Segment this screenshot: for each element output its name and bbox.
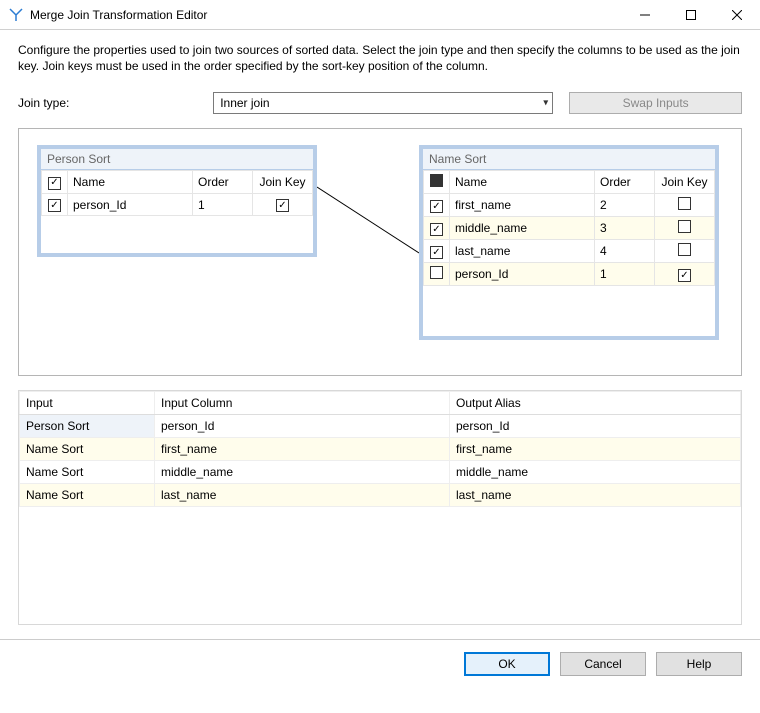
table-row[interactable]: ✓ first_name2	[424, 194, 715, 217]
row-joinkey-cell[interactable]: ✓	[655, 263, 715, 286]
mapping-input-column-cell[interactable]: middle_name	[155, 461, 450, 484]
chevron-down-icon: ▾	[543, 98, 548, 109]
row-joinkey-cell[interactable]: ✓	[253, 193, 313, 216]
close-icon	[732, 10, 742, 20]
mapping-input-column-cell[interactable]: last_name	[155, 484, 450, 507]
row-joinkey-cell[interactable]	[655, 194, 715, 217]
table-row[interactable]: ✓ last_name4	[424, 240, 715, 263]
mapping-header-input-column[interactable]: Input Column	[155, 392, 450, 415]
right-header-order[interactable]: Order	[595, 171, 655, 194]
description-text: Configure the properties used to join tw…	[18, 42, 742, 74]
checkbox-icon: ✓	[678, 269, 691, 282]
row-check-cell[interactable]	[424, 263, 450, 286]
checkbox-icon: ✓	[48, 177, 61, 190]
left-input-panel[interactable]: Person Sort ✓ Name Order Join Key ✓ perso…	[37, 145, 317, 257]
checkbox-icon	[678, 220, 691, 233]
close-button[interactable]	[714, 0, 760, 30]
row-order-cell[interactable]: 1	[595, 263, 655, 286]
dialog-footer: OK Cancel Help	[0, 640, 760, 688]
diagram-area: Person Sort ✓ Name Order Join Key ✓perso…	[18, 128, 742, 376]
minimize-button[interactable]	[622, 0, 668, 30]
checkbox-icon	[678, 243, 691, 256]
table-row[interactable]: Name Sortmiddle_namemiddle_name	[20, 461, 741, 484]
left-header-joinkey[interactable]: Join Key	[253, 171, 313, 194]
row-check-cell[interactable]: ✓	[424, 217, 450, 240]
right-panel-title: Name Sort	[423, 149, 715, 170]
left-header-order[interactable]: Order	[193, 171, 253, 194]
row-name-cell[interactable]: last_name	[450, 240, 595, 263]
row-name-cell[interactable]: person_Id	[68, 193, 193, 216]
table-row[interactable]: Name Sortfirst_namefirst_name	[20, 438, 741, 461]
right-panel-table: Name Order Join Key ✓ first_name2 ✓ middle_…	[423, 170, 715, 286]
mapping-grid[interactable]: Input Input Column Output Alias Person S…	[18, 390, 742, 625]
table-row[interactable]: ✓ person_Id1 ✓	[42, 193, 313, 216]
mapping-output-alias-cell[interactable]: last_name	[450, 484, 741, 507]
checkbox-icon	[430, 266, 443, 279]
checkbox-icon: ✓	[430, 223, 443, 236]
mapping-input-column-cell[interactable]: person_Id	[155, 415, 450, 438]
mapping-output-alias-cell[interactable]: middle_name	[450, 461, 741, 484]
maximize-button[interactable]	[668, 0, 714, 30]
mapping-table: Input Input Column Output Alias Person S…	[19, 391, 741, 507]
row-check-cell[interactable]: ✓	[42, 193, 68, 216]
right-header-name[interactable]: Name	[450, 171, 595, 194]
ok-button[interactable]: OK	[464, 652, 550, 676]
row-joinkey-cell[interactable]	[655, 217, 715, 240]
mapping-input-cell[interactable]: Name Sort	[20, 438, 155, 461]
table-row[interactable]: Name Sortlast_namelast_name	[20, 484, 741, 507]
left-panel-table: ✓ Name Order Join Key ✓ person_Id1 ✓	[41, 170, 313, 216]
app-icon	[8, 7, 24, 23]
row-name-cell[interactable]: middle_name	[450, 217, 595, 240]
table-row[interactable]: ✓ middle_name3	[424, 217, 715, 240]
row-order-cell[interactable]: 1	[193, 193, 253, 216]
mapping-input-column-cell[interactable]: first_name	[155, 438, 450, 461]
row-order-cell[interactable]: 4	[595, 240, 655, 263]
row-order-cell[interactable]: 2	[595, 194, 655, 217]
cancel-button[interactable]: Cancel	[560, 652, 646, 676]
left-header-check[interactable]: ✓	[42, 171, 68, 194]
row-joinkey-cell[interactable]	[655, 240, 715, 263]
right-input-panel[interactable]: Name Sort Name Order Join Key ✓ first_nam…	[419, 145, 719, 340]
mapping-header-output-alias[interactable]: Output Alias	[450, 392, 741, 415]
checkbox-icon: ✓	[430, 246, 443, 259]
checkbox-icon: ✓	[276, 199, 289, 212]
checkbox-icon: ✓	[48, 199, 61, 212]
row-order-cell[interactable]: 3	[595, 217, 655, 240]
checkbox-icon: ✓	[430, 200, 443, 213]
table-row[interactable]: Person Sortperson_Idperson_Id	[20, 415, 741, 438]
row-name-cell[interactable]: first_name	[450, 194, 595, 217]
help-button[interactable]: Help	[656, 652, 742, 676]
titlebar: Merge Join Transformation Editor	[0, 0, 760, 30]
checkbox-icon	[678, 197, 691, 210]
maximize-icon	[686, 10, 696, 20]
right-header-joinkey[interactable]: Join Key	[655, 171, 715, 194]
minimize-icon	[640, 10, 650, 20]
mapping-output-alias-cell[interactable]: first_name	[450, 438, 741, 461]
join-type-select[interactable]: Inner join ▾	[213, 92, 553, 114]
join-connector	[317, 181, 419, 261]
mapping-input-cell[interactable]: Name Sort	[20, 461, 155, 484]
table-row[interactable]: person_Id1 ✓	[424, 263, 715, 286]
mapping-input-cell[interactable]: Person Sort	[20, 415, 155, 438]
join-type-label: Join type:	[18, 96, 205, 110]
swap-inputs-button[interactable]: Swap Inputs	[569, 92, 742, 114]
join-type-value: Inner join	[220, 96, 269, 110]
mapping-output-alias-cell[interactable]: person_Id	[450, 415, 741, 438]
row-name-cell[interactable]: person_Id	[450, 263, 595, 286]
left-header-name[interactable]: Name	[68, 171, 193, 194]
mapping-input-cell[interactable]: Name Sort	[20, 484, 155, 507]
right-header-check[interactable]	[424, 171, 450, 194]
checkbox-indeterminate-icon	[430, 174, 443, 187]
row-check-cell[interactable]: ✓	[424, 240, 450, 263]
window-title: Merge Join Transformation Editor	[30, 8, 622, 22]
left-panel-title: Person Sort	[41, 149, 313, 170]
mapping-header-input[interactable]: Input	[20, 392, 155, 415]
row-check-cell[interactable]: ✓	[424, 194, 450, 217]
